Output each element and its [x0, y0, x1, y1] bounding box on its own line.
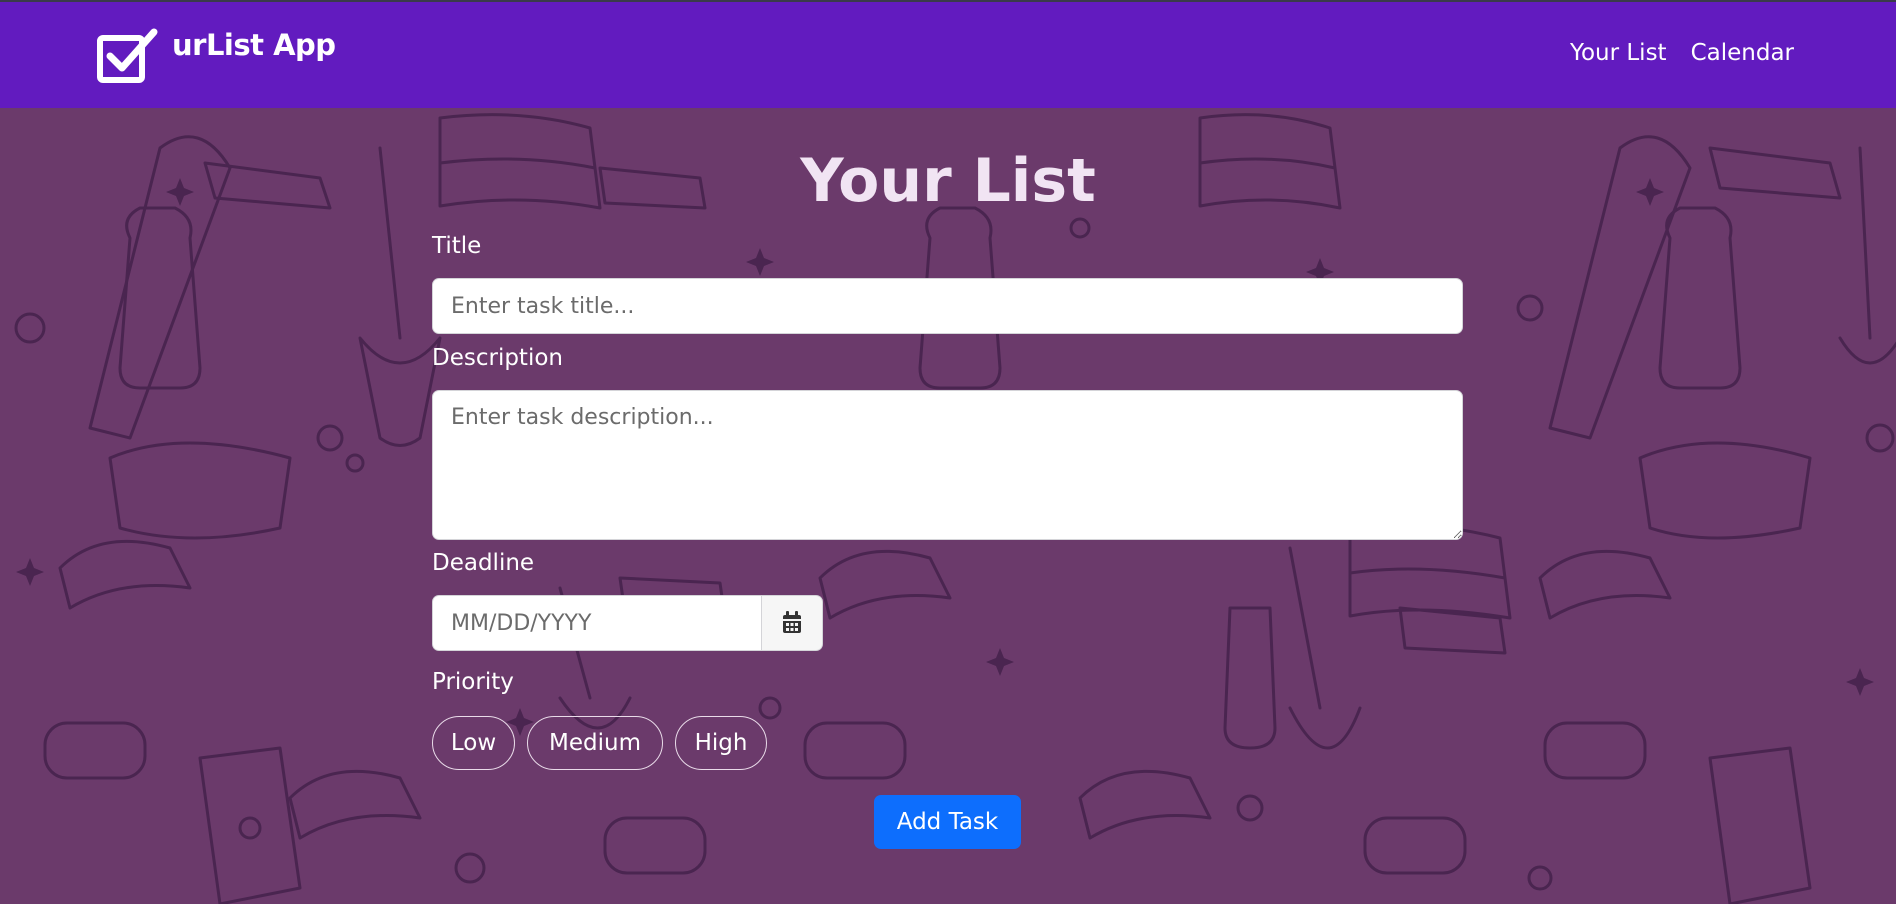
- nav-links: Your List Calendar: [1570, 40, 1794, 66]
- deadline-label: Deadline: [432, 550, 535, 576]
- add-task-button[interactable]: Add Task: [874, 795, 1021, 849]
- nav-link-calendar[interactable]: Calendar: [1691, 40, 1794, 66]
- priority-label: Priority: [432, 669, 514, 695]
- priority-medium-button[interactable]: Medium: [527, 716, 663, 770]
- description-label: Description: [432, 345, 563, 371]
- title-label: Title: [432, 233, 482, 259]
- app-name: urList App: [172, 28, 336, 62]
- priority-low-button[interactable]: Low: [432, 716, 515, 770]
- calendar-picker-button[interactable]: [762, 595, 823, 651]
- calendar-icon: [783, 611, 801, 633]
- brand-link[interactable]: urList App: [96, 26, 336, 86]
- navbar: urList App Your List Calendar: [0, 0, 1896, 108]
- checkbox-logo-icon: [97, 28, 158, 83]
- page-title: Your List: [800, 146, 1096, 216]
- title-input[interactable]: [432, 278, 1463, 334]
- deadline-input[interactable]: [432, 595, 762, 651]
- priority-high-button[interactable]: High: [675, 716, 767, 770]
- description-textarea[interactable]: [432, 390, 1463, 540]
- nav-link-your-list[interactable]: Your List: [1570, 40, 1667, 66]
